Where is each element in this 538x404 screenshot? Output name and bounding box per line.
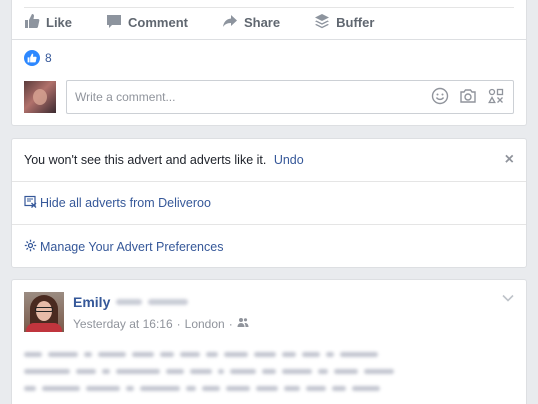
close-icon[interactable]: ×: [505, 151, 514, 169]
friends-audience-icon[interactable]: [237, 316, 249, 331]
hidden-advert-card: You won't see this advert and adverts li…: [11, 138, 527, 268]
reaction-count: 8: [45, 51, 52, 65]
comment-input[interactable]: [75, 90, 431, 104]
emoji-icon[interactable]: [431, 87, 449, 108]
like-reaction-icon: [24, 50, 40, 66]
sticker-icon[interactable]: [487, 87, 505, 108]
hidden-advert-notice: You won't see this advert and adverts li…: [12, 139, 526, 182]
post-timestamp[interactable]: Yesterday at 16:16: [73, 317, 173, 331]
post-card: Like Comment Share Buffer 8: [11, 0, 527, 126]
post-card-emily: Emily Yesterday at 16:16 · London ·: [11, 279, 527, 404]
comment-tools: [431, 87, 505, 108]
buffer-stack-icon: [314, 13, 330, 32]
camera-icon[interactable]: [459, 87, 477, 108]
hide-adverts-icon: [24, 195, 37, 211]
hidden-advert-message: You won't see this advert and adverts li…: [24, 153, 267, 167]
gear-icon: [24, 239, 37, 255]
share-arrow-icon: [222, 13, 238, 32]
post-action-bar: Like Comment Share Buffer: [12, 0, 526, 40]
thumbs-up-icon: [24, 13, 40, 32]
hide-all-adverts-link[interactable]: Hide all adverts from Deliveroo: [40, 196, 211, 210]
avatar[interactable]: [24, 81, 56, 113]
redacted-text: [116, 299, 143, 305]
post-header: Emily Yesterday at 16:16 · London ·: [24, 292, 249, 332]
redacted-text: [148, 299, 189, 305]
comment-box[interactable]: [66, 80, 514, 114]
manage-advert-preferences-row[interactable]: Manage Your Advert Preferences: [12, 225, 526, 268]
redacted-post-body: [24, 352, 514, 403]
reaction-summary[interactable]: 8: [24, 50, 52, 66]
hide-all-adverts-row[interactable]: Hide all adverts from Deliveroo: [12, 182, 526, 225]
post-location[interactable]: London: [185, 317, 225, 331]
post-meta: Yesterday at 16:16 · London ·: [73, 316, 249, 331]
comment-composer: [24, 80, 514, 114]
divider: [24, 7, 514, 8]
manage-advert-preferences-link[interactable]: Manage Your Advert Preferences: [40, 240, 223, 254]
author-avatar[interactable]: [24, 292, 64, 332]
author-name[interactable]: Emily: [73, 294, 110, 310]
speech-bubble-icon: [106, 13, 122, 32]
post-options-chevron-icon[interactable]: [502, 292, 514, 306]
undo-link[interactable]: Undo: [274, 153, 304, 167]
